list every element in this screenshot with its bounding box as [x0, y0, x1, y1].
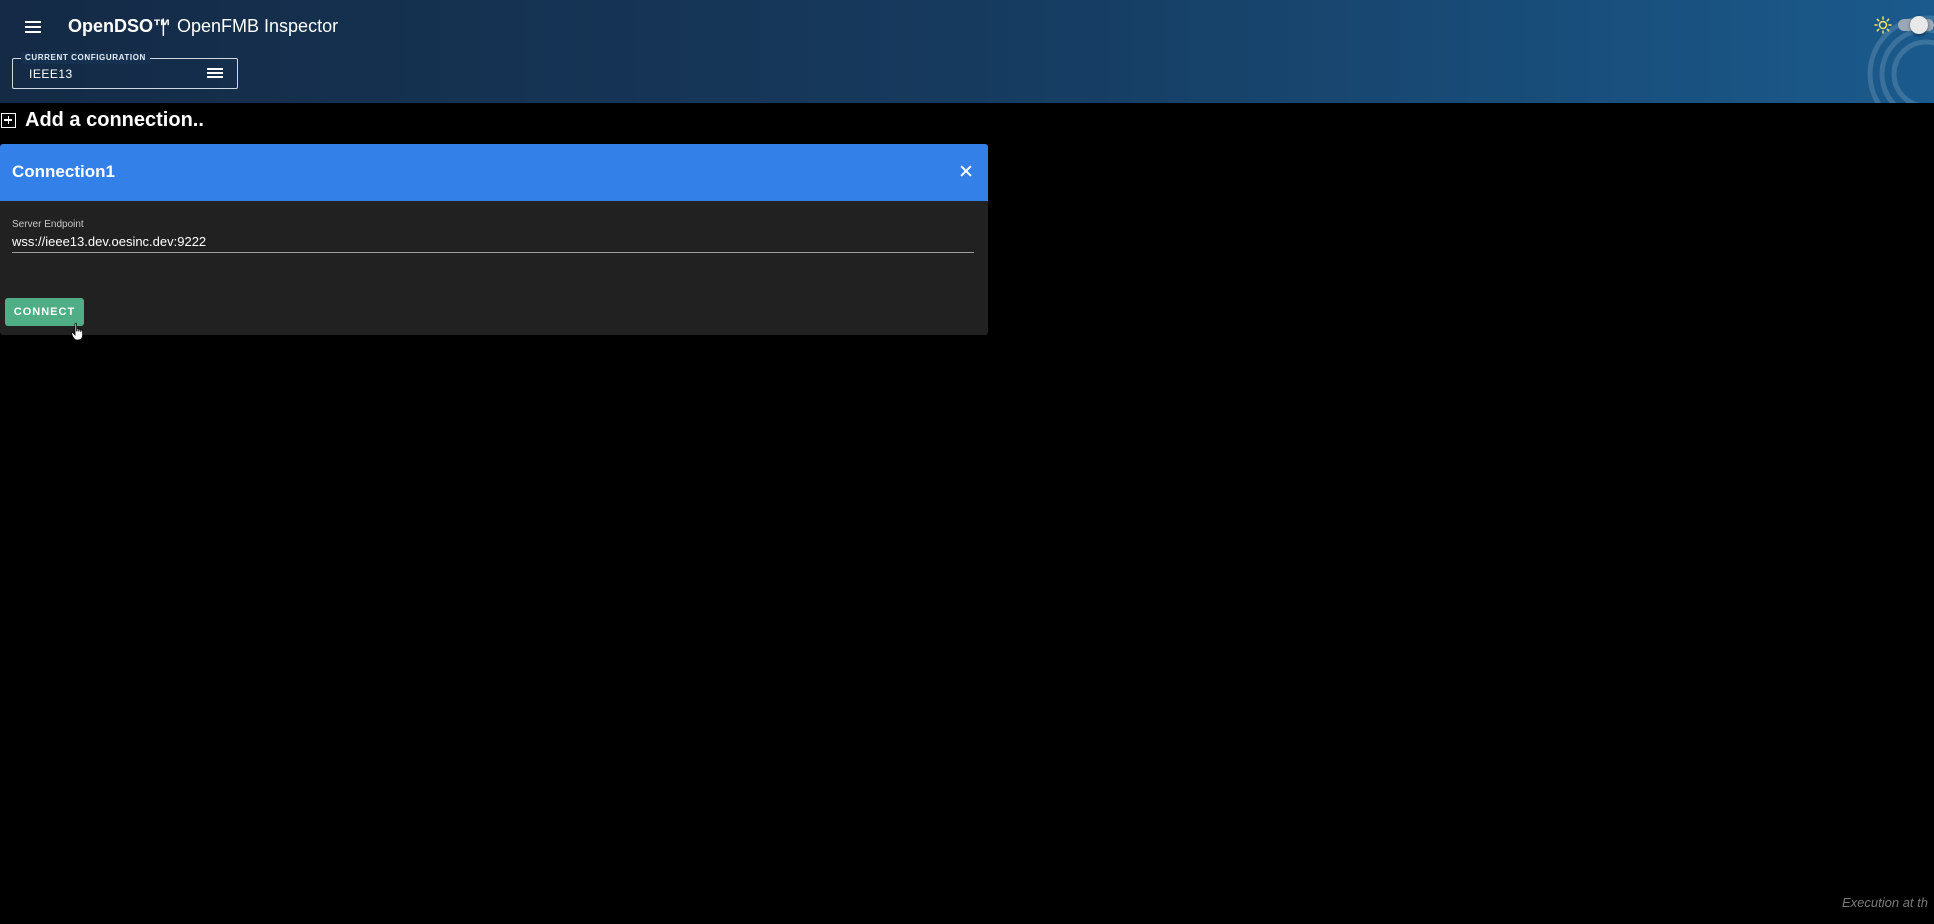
add-connection-button[interactable]: Add a connection..	[0, 108, 204, 132]
execution-status-text: Execution at th	[1842, 895, 1928, 910]
brand-name: OpenDSO™	[68, 16, 172, 36]
configuration-menu-icon[interactable]	[207, 66, 223, 80]
plus-square-icon	[1, 112, 16, 128]
hamburger-menu-icon[interactable]	[22, 15, 46, 39]
switch-thumb[interactable]	[1910, 16, 1928, 34]
server-endpoint-input[interactable]	[12, 231, 974, 253]
theme-toggle-switch[interactable]	[1872, 15, 1934, 35]
close-icon[interactable]	[959, 164, 973, 178]
connection-card: Connection1 Server Endpoint CONNECT	[0, 144, 988, 335]
app-title: OpenFMB Inspector	[177, 16, 339, 36]
add-connection-label: Add a connection..	[25, 108, 204, 131]
connect-button[interactable]: CONNECT	[5, 298, 84, 326]
app-bar: OpenDSO™ | OpenFMB Inspector CURRENT CON…	[0, 0, 1934, 103]
sun-icon	[1874, 16, 1892, 34]
hand-cursor-icon	[71, 323, 83, 341]
current-configuration-field[interactable]: CURRENT CONFIGURATION IEEE13	[12, 52, 238, 89]
connection-title: Connection1	[12, 162, 115, 181]
server-endpoint-label: Server Endpoint	[12, 219, 84, 230]
title-separator: |	[161, 16, 166, 36]
current-configuration-value: IEEE13	[29, 67, 73, 81]
current-configuration-label: CURRENT CONFIGURATION	[21, 52, 150, 64]
connection-card-header: Connection1	[0, 144, 988, 201]
